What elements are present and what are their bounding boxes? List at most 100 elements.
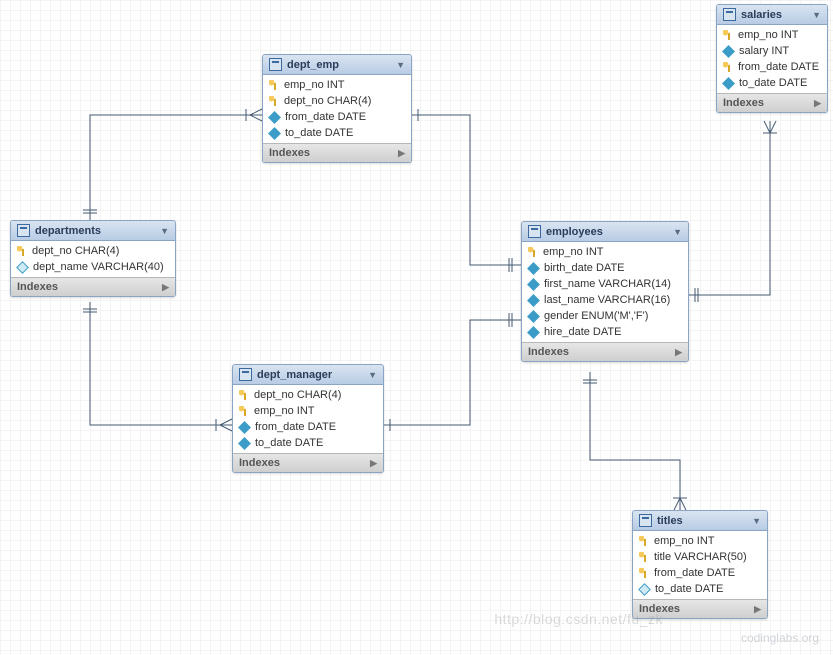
column-list: dept_no CHAR(4) dept_name VARCHAR(40) [11, 241, 175, 277]
column-label: from_date DATE [285, 111, 366, 123]
expand-icon[interactable]: ▶ [162, 282, 169, 293]
column-row[interactable]: dept_no CHAR(4) [11, 243, 175, 259]
collapse-icon[interactable]: ▼ [368, 370, 377, 380]
entity-titlebar[interactable]: dept_manager ▼ [233, 365, 383, 385]
entity-titlebar[interactable]: dept_emp ▼ [263, 55, 411, 75]
table-icon [17, 224, 30, 237]
column-row[interactable]: dept_no CHAR(4) [263, 93, 411, 109]
expand-icon[interactable]: ▶ [814, 98, 821, 109]
column-row[interactable]: to_date DATE [233, 435, 383, 451]
entity-title: dept_emp [287, 59, 339, 71]
entity-titlebar[interactable]: departments ▼ [11, 221, 175, 241]
column-list: emp_no INT dept_no CHAR(4) from_date DAT… [263, 75, 411, 143]
column-row[interactable]: from_date DATE [263, 109, 411, 125]
column-icon [638, 583, 651, 596]
collapse-icon[interactable]: ▼ [752, 516, 761, 526]
indexes-label: Indexes [723, 97, 764, 109]
column-label: emp_no INT [543, 246, 604, 258]
collapse-icon[interactable]: ▼ [160, 226, 169, 236]
column-list: dept_no CHAR(4) emp_no INT from_date DAT… [233, 385, 383, 453]
column-list: emp_no INT salary INT from_date DATE to_… [717, 25, 827, 93]
column-label: first_name VARCHAR(14) [544, 278, 671, 290]
collapse-icon[interactable]: ▼ [673, 227, 682, 237]
column-row[interactable]: title VARCHAR(50) [633, 549, 767, 565]
column-row[interactable]: first_name VARCHAR(14) [522, 276, 688, 292]
expand-icon[interactable]: ▶ [370, 458, 377, 469]
entity-titlebar[interactable]: employees ▼ [522, 222, 688, 242]
column-row[interactable]: birth_date DATE [522, 260, 688, 276]
column-label: dept_no CHAR(4) [284, 95, 371, 107]
column-row[interactable]: to_date DATE [633, 581, 767, 597]
column-label: dept_no CHAR(4) [254, 389, 341, 401]
entity-title: dept_manager [257, 369, 332, 381]
pk-icon [269, 96, 279, 106]
pk-icon [723, 62, 733, 72]
column-label: emp_no INT [284, 79, 345, 91]
column-row[interactable]: from_date DATE [633, 565, 767, 581]
column-row[interactable]: to_date DATE [717, 75, 827, 91]
column-row[interactable]: emp_no INT [633, 533, 767, 549]
indexes-section[interactable]: Indexes ▶ [263, 143, 411, 162]
column-label: last_name VARCHAR(16) [544, 294, 670, 306]
indexes-section[interactable]: Indexes ▶ [522, 342, 688, 361]
column-icon [238, 421, 251, 434]
column-label: to_date DATE [255, 437, 323, 449]
pk-icon [239, 390, 249, 400]
entity-departments[interactable]: departments ▼ dept_no CHAR(4) dept_name … [10, 220, 176, 297]
table-icon [239, 368, 252, 381]
expand-icon[interactable]: ▶ [675, 347, 682, 358]
column-label: gender ENUM('M','F') [544, 310, 648, 322]
table-icon [639, 514, 652, 527]
column-label: salary INT [739, 45, 789, 57]
column-row[interactable]: emp_no INT [263, 77, 411, 93]
entity-title: departments [35, 225, 101, 237]
entity-titles[interactable]: titles ▼ emp_no INT title VARCHAR(50) fr… [632, 510, 768, 619]
column-label: emp_no INT [654, 535, 715, 547]
column-row[interactable]: dept_no CHAR(4) [233, 387, 383, 403]
entity-titlebar[interactable]: salaries ▼ [717, 5, 827, 25]
column-row[interactable]: dept_name VARCHAR(40) [11, 259, 175, 275]
column-icon [268, 111, 281, 124]
column-row[interactable]: emp_no INT [717, 27, 827, 43]
column-row[interactable]: hire_date DATE [522, 324, 688, 340]
column-label: from_date DATE [654, 567, 735, 579]
column-row[interactable]: from_date DATE [233, 419, 383, 435]
expand-icon[interactable]: ▶ [754, 604, 761, 615]
column-icon [16, 261, 29, 274]
column-row[interactable]: last_name VARCHAR(16) [522, 292, 688, 308]
collapse-icon[interactable]: ▼ [396, 60, 405, 70]
entity-employees[interactable]: employees ▼ emp_no INT birth_date DATE f… [521, 221, 689, 362]
pk-icon [528, 247, 538, 257]
entity-titlebar[interactable]: titles ▼ [633, 511, 767, 531]
entity-salaries[interactable]: salaries ▼ emp_no INT salary INT from_da… [716, 4, 828, 113]
table-icon [528, 225, 541, 238]
pk-icon [639, 568, 649, 578]
pk-icon [639, 536, 649, 546]
column-row[interactable]: emp_no INT [233, 403, 383, 419]
column-label: to_date DATE [655, 583, 723, 595]
indexes-label: Indexes [269, 147, 310, 159]
pk-icon [17, 246, 27, 256]
column-row[interactable]: emp_no INT [522, 244, 688, 260]
indexes-section[interactable]: Indexes▶ [233, 453, 383, 472]
watermark-text: codinglabs.org [741, 631, 819, 645]
expand-icon[interactable]: ▶ [398, 148, 405, 159]
column-icon [268, 127, 281, 140]
indexes-label: Indexes [528, 346, 569, 358]
column-row[interactable]: from_date DATE [717, 59, 827, 75]
entity-dept-manager[interactable]: dept_manager ▼ dept_no CHAR(4) emp_no IN… [232, 364, 384, 473]
column-row[interactable]: gender ENUM('M','F') [522, 308, 688, 324]
indexes-section[interactable]: Indexes ▶ [717, 93, 827, 112]
column-list: emp_no INT birth_date DATE first_name VA… [522, 242, 688, 342]
column-icon [722, 45, 735, 58]
er-canvas: departments ▼ dept_no CHAR(4) dept_name … [0, 0, 833, 655]
column-label: dept_name VARCHAR(40) [33, 261, 164, 273]
column-row[interactable]: salary INT [717, 43, 827, 59]
indexes-section[interactable]: Indexes▶ [11, 277, 175, 296]
column-row[interactable]: to_date DATE [263, 125, 411, 141]
collapse-icon[interactable]: ▼ [812, 10, 821, 20]
entity-dept-emp[interactable]: dept_emp ▼ emp_no INT dept_no CHAR(4) fr… [262, 54, 412, 163]
column-list: emp_no INT title VARCHAR(50) from_date D… [633, 531, 767, 599]
column-label: to_date DATE [285, 127, 353, 139]
column-label: emp_no INT [254, 405, 315, 417]
